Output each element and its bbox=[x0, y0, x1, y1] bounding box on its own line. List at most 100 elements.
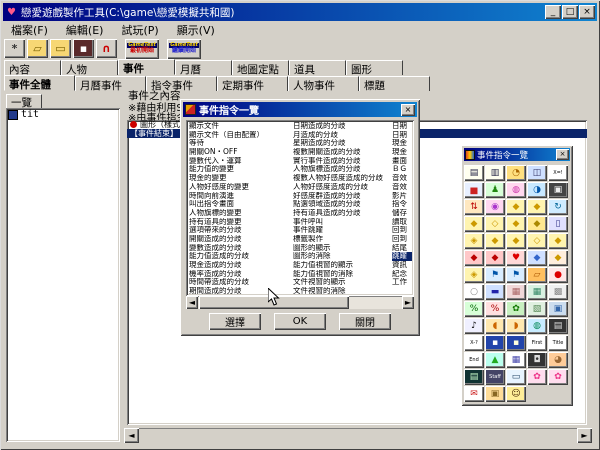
blackboard-icon[interactable]: ▤ bbox=[464, 369, 484, 385]
restore-button[interactable]: □ bbox=[562, 5, 578, 19]
command-col3[interactable]: 現金 bbox=[392, 139, 412, 148]
command-col3[interactable]: 儲存 bbox=[392, 209, 412, 218]
dialog-close-icon[interactable]: × bbox=[401, 103, 415, 116]
switch-branch-icon[interactable]: ◆ bbox=[527, 199, 547, 215]
command-col2[interactable]: 圖形的顯示 bbox=[293, 244, 392, 253]
save-floppy-icon[interactable]: ▪ bbox=[485, 335, 505, 351]
calendar-icon[interactable]: ▦ bbox=[506, 352, 526, 368]
heart-branch-icon[interactable]: ♥ bbox=[506, 250, 526, 266]
command-col2[interactable]: 能力值視窗的消除 bbox=[293, 270, 392, 279]
command-row[interactable]: 變數造成的分歧 圖形的顯示 結尾 bbox=[189, 244, 414, 253]
title-jump-icon[interactable]: Title bbox=[548, 335, 568, 351]
command-col1[interactable]: 時間向前演進 bbox=[189, 192, 293, 201]
hatch-icon[interactable]: ▧ bbox=[527, 301, 547, 317]
ability-change-icon[interactable]: ▅ bbox=[464, 182, 484, 198]
command-col2[interactable]: 月造成的分歧 bbox=[293, 131, 392, 140]
open-folder-button[interactable]: ▱ bbox=[27, 39, 48, 58]
graphic-show-icon[interactable]: ● bbox=[548, 267, 568, 283]
click-branch-icon[interactable]: ◆ bbox=[548, 250, 568, 266]
list-item[interactable]: tit bbox=[6, 108, 120, 121]
time-advance-icon[interactable]: ◑ bbox=[527, 182, 547, 198]
command-col2[interactable]: 事件跳躍 bbox=[293, 226, 392, 235]
command-col1[interactable]: 變數造成的分歧 bbox=[189, 244, 293, 253]
variable-branch-icon[interactable]: ◆ bbox=[464, 216, 484, 232]
dialog-title-bar[interactable]: 事件指令一覽 × bbox=[183, 102, 417, 117]
loop-icon[interactable]: ↻ bbox=[548, 199, 568, 215]
palette-close-icon[interactable]: × bbox=[556, 149, 569, 160]
time-branch-icon[interactable]: ◆ bbox=[527, 216, 547, 232]
graphic-erase-icon[interactable]: ○ bbox=[464, 284, 484, 300]
ability-branch-icon[interactable]: ◇ bbox=[485, 216, 505, 232]
command-col2[interactable]: 複數人物好感度造成的分歧 bbox=[293, 174, 392, 183]
command-col1[interactable]: 等待 bbox=[189, 139, 293, 148]
film-icon[interactable]: ▤ bbox=[548, 318, 568, 334]
command-col3[interactable]: 指令 bbox=[392, 200, 412, 209]
command-col3[interactable]: 讀取 bbox=[392, 218, 412, 227]
command-col2[interactable]: 能力值視窗的顯示 bbox=[293, 261, 392, 270]
tab-圖形[interactable]: 圖形 bbox=[346, 60, 403, 75]
tab-地圖定點[interactable]: 地圖定點 bbox=[232, 60, 289, 75]
show-text-icon[interactable]: ▤ bbox=[464, 165, 484, 181]
command-row[interactable]: 開關造成的分歧 標籤製作 回到 bbox=[189, 235, 414, 244]
command-col3[interactable]: 音效 bbox=[392, 174, 412, 183]
scroll-right-icon[interactable]: ► bbox=[577, 428, 592, 443]
command-row[interactable]: 能力值造成的分歧 圖形的消除 跳躍 bbox=[189, 252, 414, 261]
multi-switch-branch-icon[interactable]: ◇ bbox=[527, 233, 547, 249]
item-branch-icon[interactable]: ◈ bbox=[464, 267, 484, 283]
command-row[interactable]: 機率造成的分歧 能力值視窗的消除 紀念 bbox=[189, 270, 414, 279]
multi-affection-branch-icon[interactable]: ◆ bbox=[485, 250, 505, 266]
clock-misc-icon[interactable]: ◕ bbox=[548, 352, 568, 368]
camera-icon[interactable]: ◘ bbox=[527, 352, 547, 368]
main-horizontal-scrollbar[interactable]: ◄ ► bbox=[124, 428, 592, 443]
pet-icon[interactable]: ☺ bbox=[506, 386, 526, 402]
tab-事件[interactable]: 事件 bbox=[118, 59, 175, 75]
date-branch-icon[interactable]: ◈ bbox=[464, 233, 484, 249]
command-col3[interactable] bbox=[392, 287, 412, 296]
command-col1[interactable]: 選項帶來的分歧 bbox=[189, 226, 293, 235]
command-col3[interactable]: 回到 bbox=[392, 226, 412, 235]
command-screen-icon[interactable]: ▣ bbox=[548, 182, 568, 198]
item-change-icon[interactable]: ◉ bbox=[485, 199, 505, 215]
command-col2[interactable]: 標籤製作 bbox=[293, 235, 392, 244]
week-branch-icon[interactable]: ◆ bbox=[506, 233, 526, 249]
choice-branch-icon[interactable]: ◆ bbox=[506, 199, 526, 215]
tab-人物[interactable]: 人物 bbox=[61, 60, 118, 75]
command-col2[interactable]: 複數開關造成的分歧 bbox=[293, 148, 392, 157]
command-col1[interactable]: 顯示文件 bbox=[189, 122, 293, 131]
command-row[interactable]: 現金的變更 複數人物好感度造成的分歧 音效 bbox=[189, 174, 414, 183]
command-col3[interactable]: ＢＧ bbox=[392, 165, 412, 174]
event-jump-icon[interactable]: ⚑ bbox=[506, 267, 526, 283]
save-button[interactable]: ▪ bbox=[73, 39, 94, 58]
tab-月曆[interactable]: 月曆 bbox=[175, 60, 232, 75]
command-col3[interactable]: 音效 bbox=[392, 183, 412, 192]
x-question-icon[interactable]: X-? bbox=[464, 335, 484, 351]
label-make-icon[interactable]: ▱ bbox=[527, 267, 547, 283]
command-row[interactable]: 時間帶造成的分歧 文件視窗的顯示 工作 bbox=[189, 278, 414, 287]
tab-道具[interactable]: 道具 bbox=[289, 60, 346, 75]
eye-close-icon[interactable]: ◗ bbox=[506, 318, 526, 334]
switch-onoff-icon[interactable]: ◫ bbox=[527, 165, 547, 181]
tab-list-overview[interactable]: 一覽 bbox=[6, 94, 42, 109]
ability-window-show-icon[interactable]: ▬ bbox=[485, 284, 505, 300]
music-icon[interactable]: ♪ bbox=[464, 318, 484, 334]
ok-button[interactable]: OK bbox=[274, 313, 326, 330]
sound-button[interactable]: ∩ bbox=[96, 39, 117, 58]
command-col1[interactable]: 機率造成的分歧 bbox=[189, 270, 293, 279]
command-col1[interactable]: 時間帶造成的分歧 bbox=[189, 278, 293, 287]
minimize-button[interactable]: _ bbox=[545, 5, 561, 19]
subtab-定期事件[interactable]: 定期事件 bbox=[217, 76, 288, 91]
command-row[interactable]: 叫出指令畫面 點選領域造成的分歧 指令 bbox=[189, 200, 414, 209]
flower-2-icon[interactable]: ✿ bbox=[548, 369, 568, 385]
command-row[interactable]: 顯示文件（自由配置） 月造成的分歧 日期 bbox=[189, 131, 414, 140]
subtab-事件全體[interactable]: 事件全體 bbox=[4, 75, 75, 91]
event-branch-icon[interactable]: ◆ bbox=[548, 233, 568, 249]
command-row[interactable]: 等待 星期造成的分歧 現金 bbox=[189, 139, 414, 148]
gametest-button-1[interactable]: GameTest 最初開始 bbox=[125, 38, 159, 59]
command-col2[interactable]: 持有道具造成的分歧 bbox=[293, 209, 392, 218]
command-col1[interactable]: 人物旗標的變更 bbox=[189, 209, 293, 218]
command-row[interactable]: 變數代入・運算 實行事件造成的分歧 畫面 bbox=[189, 157, 414, 166]
command-col2[interactable]: 圖形的消除 bbox=[293, 252, 392, 261]
command-col1[interactable]: 能力值造成的分歧 bbox=[189, 252, 293, 261]
show-text-free-icon[interactable]: ▥ bbox=[485, 165, 505, 181]
command-col2[interactable]: 日期造成的分歧 bbox=[293, 122, 392, 131]
